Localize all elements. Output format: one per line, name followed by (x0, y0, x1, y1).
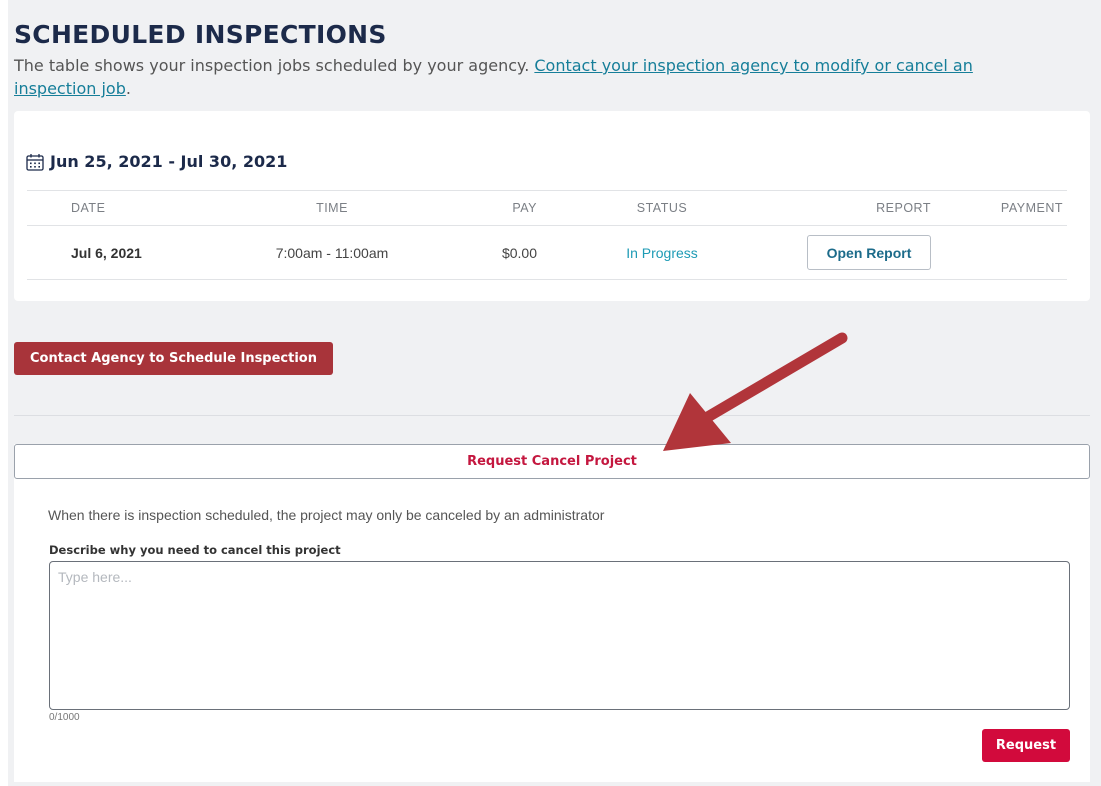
cancel-reason-input[interactable] (49, 561, 1070, 710)
request-button[interactable]: Request (982, 729, 1070, 762)
page-title: SCHEDULED INSPECTIONS (14, 20, 387, 49)
row-pay: $0.00 (501, 244, 537, 261)
contact-agency-button[interactable]: Contact Agency to Schedule Inspection (14, 342, 333, 375)
character-counter: 0/1000 (49, 712, 80, 723)
subtitle-text: The table shows your inspection jobs sch… (14, 56, 535, 75)
table-header: DATE TIME PAY STATUS REPORT PAYMENT (27, 190, 1067, 226)
row-status: In Progress (626, 244, 698, 261)
date-range-header: Jun 25, 2021 - Jul 30, 2021 (26, 152, 287, 171)
subtitle-end: . (125, 79, 131, 98)
col-report: REPORT (876, 201, 931, 215)
col-date: DATE (71, 201, 106, 215)
col-time: TIME (316, 201, 348, 215)
col-pay: PAY (512, 201, 537, 215)
row-payment (987, 226, 1063, 279)
cancel-reason-label: Describe why you need to cancel this pro… (49, 543, 341, 557)
page-subtitle: The table shows your inspection jobs sch… (14, 54, 1054, 100)
row-time: 7:00am - 11:00am (275, 244, 389, 261)
row-date: Jul 6, 2021 (71, 244, 142, 261)
cancel-notice: When there is inspection scheduled, the … (48, 507, 605, 523)
col-status: STATUS (636, 201, 688, 215)
date-range-label: Jun 25, 2021 - Jul 30, 2021 (50, 152, 288, 171)
open-report-button[interactable]: Open Report (807, 235, 931, 270)
request-cancel-toggle[interactable]: Request Cancel Project (14, 444, 1090, 479)
row-report: Open Report (807, 226, 931, 279)
inspections-table: DATE TIME PAY STATUS REPORT PAYMENT Jul … (27, 190, 1067, 280)
section-divider (14, 415, 1090, 416)
col-payment: PAYMENT (1000, 201, 1063, 215)
table-row: Jul 6, 2021 7:00am - 11:00am $0.00 In Pr… (27, 226, 1067, 280)
calendar-icon (26, 153, 44, 171)
